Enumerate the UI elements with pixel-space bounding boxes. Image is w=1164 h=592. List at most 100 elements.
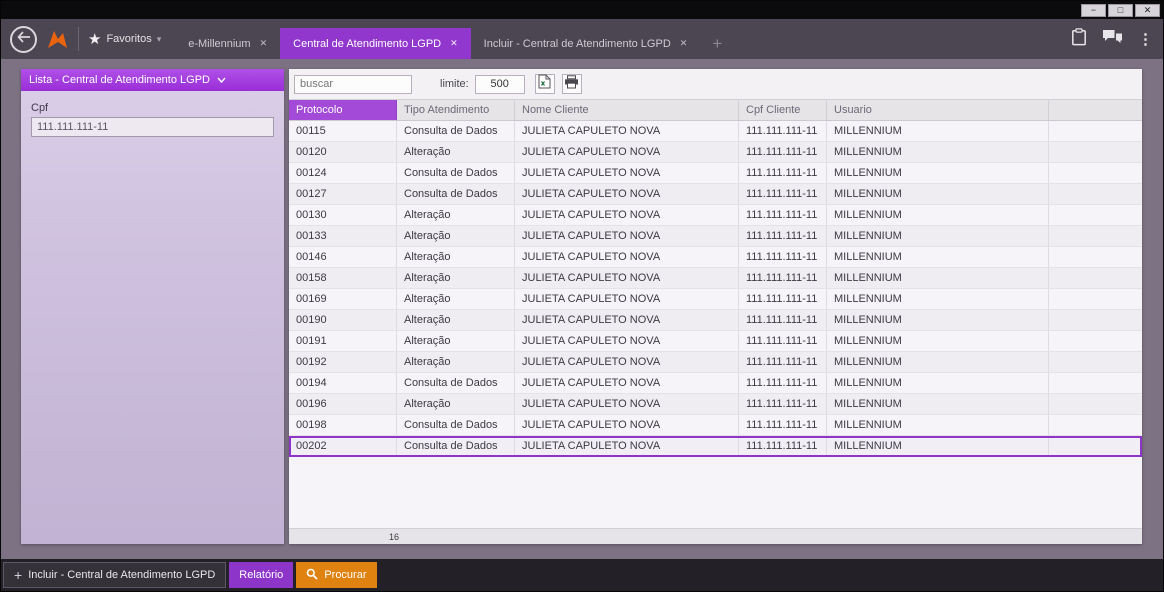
table-cell: JULIETA CAPULETO NOVA <box>515 205 739 225</box>
table-cell: 00115 <box>289 121 397 141</box>
table-row[interactable]: 00191AlteraçãoJULIETA CAPULETO NOVA111.1… <box>289 331 1142 352</box>
maximize-button[interactable]: □ <box>1108 4 1133 17</box>
table-cell: JULIETA CAPULETO NOVA <box>515 331 739 351</box>
table-row[interactable]: 00146AlteraçãoJULIETA CAPULETO NOVA111.1… <box>289 247 1142 268</box>
table-cell: 111.111.111-11 <box>739 247 827 267</box>
printer-icon <box>564 75 579 94</box>
cpf-field[interactable] <box>31 117 274 137</box>
table-cell: 111.111.111-11 <box>739 226 827 246</box>
table-cell-filler <box>1049 289 1142 309</box>
table-cell-filler <box>1049 247 1142 267</box>
table-row[interactable]: 00198Consulta de DadosJULIETA CAPULETO N… <box>289 415 1142 436</box>
table-cell: JULIETA CAPULETO NOVA <box>515 415 739 435</box>
table-cell: JULIETA CAPULETO NOVA <box>515 310 739 330</box>
tab-central-atendimento-lgpd[interactable]: Central de Atendimento LGPD ✕ <box>280 28 471 59</box>
table-cell: 00169 <box>289 289 397 309</box>
column-header-cpf-cliente[interactable]: Cpf Cliente <box>739 100 827 120</box>
tab-close-icon[interactable]: ✕ <box>680 38 688 49</box>
table-cell: 00190 <box>289 310 397 330</box>
table-cell: Alteração <box>397 310 515 330</box>
table-cell: 111.111.111-11 <box>739 184 827 204</box>
table-row[interactable]: 00190AlteraçãoJULIETA CAPULETO NOVA111.1… <box>289 310 1142 331</box>
table-cell: Consulta de Dados <box>397 121 515 141</box>
table-cell: Consulta de Dados <box>397 184 515 204</box>
column-header-filler <box>1049 100 1142 120</box>
table-row[interactable]: 00133AlteraçãoJULIETA CAPULETO NOVA111.1… <box>289 226 1142 247</box>
relatorio-button[interactable]: Relatório <box>229 562 293 588</box>
tab-incluir-central-atendimento-lgpd[interactable]: Incluir - Central de Atendimento LGPD ✕ <box>471 28 701 59</box>
table-row[interactable]: 00194Consulta de DadosJULIETA CAPULETO N… <box>289 373 1142 394</box>
table-cell: JULIETA CAPULETO NOVA <box>515 226 739 246</box>
search-input[interactable] <box>294 75 412 94</box>
table-cell: Alteração <box>397 247 515 267</box>
table-row[interactable]: 00192AlteraçãoJULIETA CAPULETO NOVA111.1… <box>289 352 1142 373</box>
export-excel-button[interactable] <box>535 74 555 94</box>
table-row[interactable]: 00124Consulta de DadosJULIETA CAPULETO N… <box>289 163 1142 184</box>
favorites-menu[interactable]: ★ Favoritos ▾ <box>88 32 161 47</box>
table-cell: 111.111.111-11 <box>739 352 827 372</box>
excel-file-icon <box>538 74 551 94</box>
table-cell: MILLENNIUM <box>827 310 1049 330</box>
table-row[interactable]: 00127Consulta de DadosJULIETA CAPULETO N… <box>289 184 1142 205</box>
toolbar-divider <box>78 27 79 51</box>
app-window: − □ ✕ ★ Favoritos ▾ e-Millennium ✕ Centr… <box>0 0 1164 592</box>
cpf-label: Cpf <box>31 102 274 114</box>
procurar-button[interactable]: Procurar <box>296 562 376 588</box>
print-button[interactable] <box>562 74 582 94</box>
table-cell: MILLENNIUM <box>827 352 1049 372</box>
table-cell: JULIETA CAPULETO NOVA <box>515 373 739 393</box>
back-arrow-icon <box>17 30 31 48</box>
column-header-nome-cliente[interactable]: Nome Cliente <box>515 100 739 120</box>
close-button[interactable]: ✕ <box>1135 4 1160 17</box>
table-cell: MILLENNIUM <box>827 415 1049 435</box>
table-cell-filler <box>1049 373 1142 393</box>
table-cell: JULIETA CAPULETO NOVA <box>515 163 739 183</box>
table-cell: Consulta de Dados <box>397 163 515 183</box>
table-cell-filler <box>1049 331 1142 351</box>
limit-field[interactable] <box>475 75 525 94</box>
column-header-tipo-atendimento[interactable]: Tipo Atendimento <box>397 100 515 120</box>
clipboard-icon[interactable] <box>1071 28 1087 51</box>
table-cell: JULIETA CAPULETO NOVA <box>515 268 739 288</box>
table-cell: JULIETA CAPULETO NOVA <box>515 247 739 267</box>
table-cell: MILLENNIUM <box>827 121 1049 141</box>
overflow-menu-icon[interactable]: ⋮ <box>1138 32 1153 47</box>
chat-icon[interactable] <box>1102 29 1123 50</box>
app-logo-icon <box>46 29 69 49</box>
tab-close-icon[interactable]: ✕ <box>450 38 458 49</box>
table-row[interactable]: 00130AlteraçãoJULIETA CAPULETO NOVA111.1… <box>289 205 1142 226</box>
table-cell: MILLENNIUM <box>827 205 1049 225</box>
table-cell: 00127 <box>289 184 397 204</box>
minimize-button[interactable]: − <box>1081 4 1106 17</box>
table-row[interactable]: 00158AlteraçãoJULIETA CAPULETO NOVA111.1… <box>289 268 1142 289</box>
tab-close-icon[interactable]: ✕ <box>260 38 268 49</box>
table-cell: JULIETA CAPULETO NOVA <box>515 352 739 372</box>
new-tab-button[interactable]: + <box>712 35 722 52</box>
content-area: Lista - Central de Atendimento LGPD Cpf … <box>1 59 1163 559</box>
table-row[interactable]: 00196AlteraçãoJULIETA CAPULETO NOVA111.1… <box>289 394 1142 415</box>
table-cell: 111.111.111-11 <box>739 205 827 225</box>
table-body: 00115Consulta de DadosJULIETA CAPULETO N… <box>289 121 1142 457</box>
table-cell: JULIETA CAPULETO NOVA <box>515 184 739 204</box>
filter-panel-header[interactable]: Lista - Central de Atendimento LGPD <box>21 69 284 91</box>
tab-e-millennium[interactable]: e-Millennium ✕ <box>175 28 280 59</box>
table-cell: Consulta de Dados <box>397 415 515 435</box>
table-cell-filler <box>1049 184 1142 204</box>
table-cell-filler <box>1049 121 1142 141</box>
limit-label: limite: <box>440 78 469 90</box>
table-cell-filler <box>1049 268 1142 288</box>
table-row[interactable]: 00120AlteraçãoJULIETA CAPULETO NOVA111.1… <box>289 142 1142 163</box>
column-header-usuario[interactable]: Usuario <box>827 100 1049 120</box>
toolbar-right-icons: ⋮ <box>1071 19 1153 59</box>
incluir-button[interactable]: + Incluir - Central de Atendimento LGPD <box>3 562 226 588</box>
table-cell: Alteração <box>397 268 515 288</box>
table-cell: 111.111.111-11 <box>739 436 827 456</box>
search-icon <box>306 568 318 583</box>
column-header-protocolo[interactable]: Protocolo <box>289 100 397 120</box>
table-row[interactable]: 00169AlteraçãoJULIETA CAPULETO NOVA111.1… <box>289 289 1142 310</box>
table-row[interactable]: 00202Consulta de DadosJULIETA CAPULETO N… <box>289 436 1142 457</box>
tab-label: Incluir - Central de Atendimento LGPD <box>484 38 671 50</box>
table-cell: 00120 <box>289 142 397 162</box>
table-row[interactable]: 00115Consulta de DadosJULIETA CAPULETO N… <box>289 121 1142 142</box>
back-button[interactable] <box>10 26 37 53</box>
